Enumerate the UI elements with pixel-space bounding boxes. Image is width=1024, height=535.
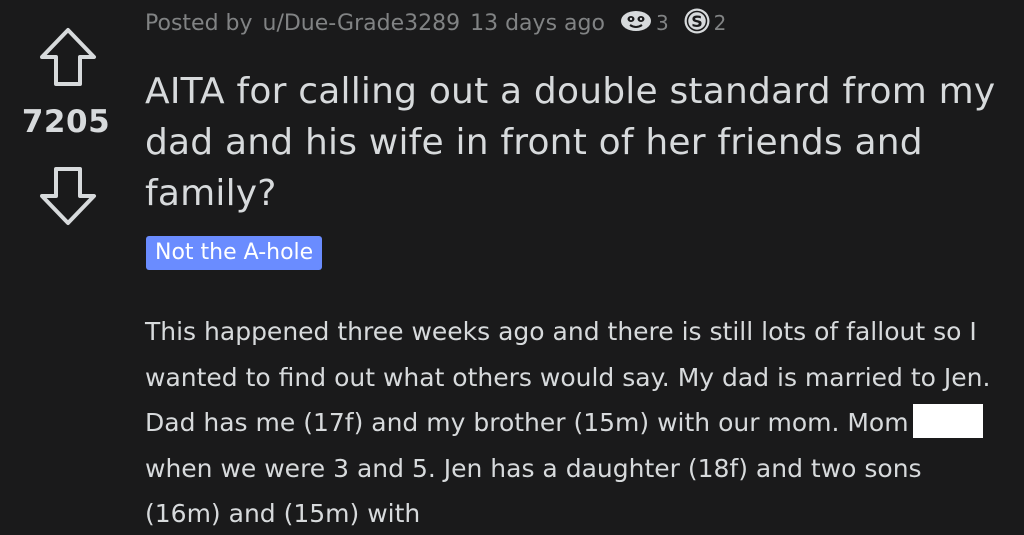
post-title[interactable]: AITA for calling out a double standard f…: [145, 66, 1005, 219]
award-s-coin-icon: S: [683, 7, 711, 40]
post-flair[interactable]: Not the A-hole: [146, 236, 323, 270]
award-face-icon: [619, 9, 653, 38]
vote-column: 7205: [0, 0, 132, 535]
svg-text:S: S: [691, 12, 703, 31]
vote-score: 7205: [21, 104, 111, 140]
award-s-coin-count: 2: [713, 11, 727, 35]
downvote-arrow-icon[interactable]: [38, 165, 98, 227]
post-body-text-part2: when we were 3 and 5. Jen has a daughter…: [145, 453, 922, 529]
redaction-box: [912, 404, 983, 438]
post-body: This happened three weeks ago and there …: [145, 309, 1005, 535]
posted-by-label: Posted by: [145, 10, 253, 36]
post-age: 13 days ago: [470, 10, 605, 36]
post-meta: Posted by u/Due-Grade3289 13 days ago 3: [145, 8, 726, 38]
award-s-coin[interactable]: S 2: [683, 7, 727, 40]
post-body-text-part1: This happened three weeks ago and there …: [145, 317, 991, 437]
author-link[interactable]: u/Due-Grade3289: [263, 11, 461, 36]
upvote-arrow-icon[interactable]: [38, 26, 98, 88]
award-face-count: 3: [655, 11, 669, 35]
award-face[interactable]: 3: [619, 9, 669, 38]
